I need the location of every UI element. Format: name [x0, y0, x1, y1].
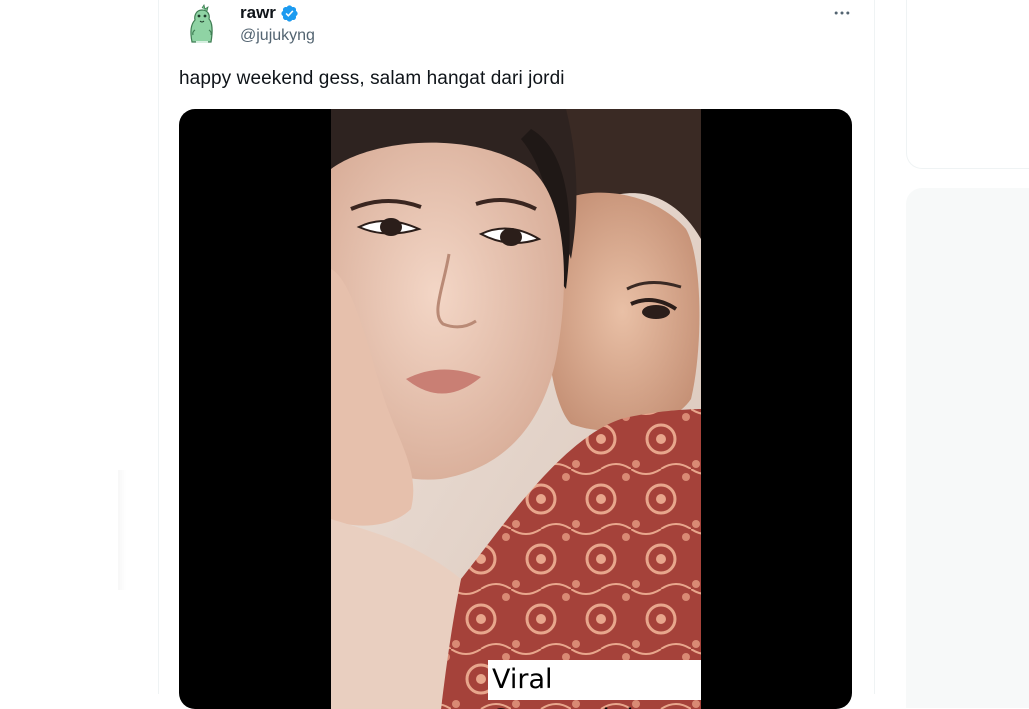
author-handle[interactable]: @jujukyng [240, 27, 315, 45]
verified-badge-icon[interactable] [280, 4, 299, 23]
background-edge [118, 470, 126, 590]
tweet-text: happy weekend gess, salam hangat dari jo… [179, 68, 565, 89]
video-still-image [331, 109, 701, 709]
video-frame: Viral Sarwendah [331, 109, 701, 709]
more-options-button[interactable] [826, 0, 858, 26]
author-name-row: rawr [240, 3, 299, 23]
video-caption: Viral Sarwendah [488, 660, 701, 709]
more-horizontal-icon [834, 11, 850, 15]
tweet-video[interactable]: Viral Sarwendah [179, 109, 852, 709]
author-display-name[interactable]: rawr [240, 3, 276, 23]
green-dinosaur-avatar-icon [178, 2, 224, 48]
sidebar-card [906, 0, 1029, 169]
sidebar-panel [906, 188, 1029, 708]
avatar[interactable] [178, 2, 224, 48]
